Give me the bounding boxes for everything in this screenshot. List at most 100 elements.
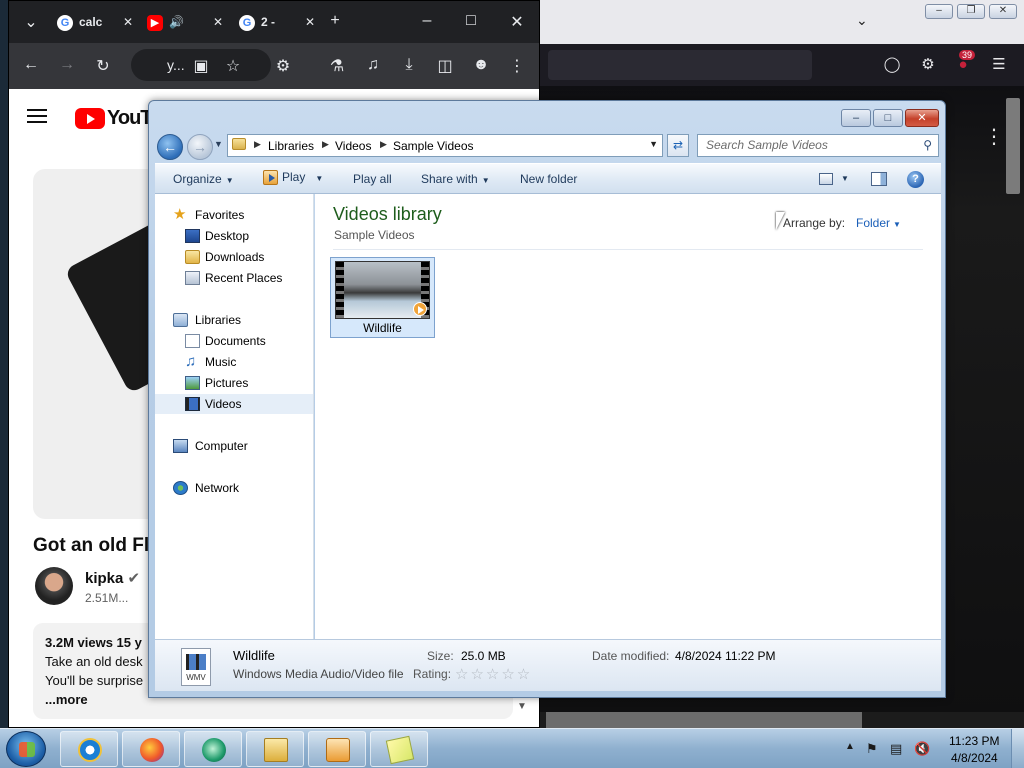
- play-all-button[interactable]: Play all: [353, 172, 392, 186]
- new-folder-button[interactable]: New folder: [520, 172, 577, 186]
- play-button[interactable]: Play ▼: [263, 170, 323, 186]
- dropdown-arrow-icon[interactable]: ▼: [841, 174, 849, 183]
- action-center-flag-icon[interactable]: ⚑: [866, 741, 878, 757]
- menu-icon[interactable]: ☰: [989, 55, 1009, 75]
- taskbar-sticky-notes[interactable]: [370, 731, 428, 767]
- minimize-icon[interactable]: –: [417, 12, 437, 30]
- nav-network[interactable]: Network: [155, 478, 313, 498]
- scroll-down-icon[interactable]: ▼: [517, 701, 527, 712]
- restore-button[interactable]: ❐: [957, 4, 985, 19]
- extensions-icon[interactable]: ⚙: [918, 55, 938, 75]
- install-icon[interactable]: ▣: [191, 56, 211, 76]
- share-with-button[interactable]: Share with ▼: [421, 172, 490, 186]
- search-input[interactable]: Search Sample Videos ⚲: [697, 134, 939, 157]
- back-button[interactable]: ←: [157, 134, 183, 160]
- taskbar-app[interactable]: [184, 731, 242, 767]
- clock-date[interactable]: 4/8/2024: [951, 751, 998, 765]
- download-icon[interactable]: ⤓: [399, 56, 419, 74]
- breadcrumb-chevron-icon[interactable]: ▶: [322, 139, 329, 150]
- close-button[interactable]: ✕: [905, 109, 939, 127]
- forward-icon[interactable]: →: [57, 56, 77, 74]
- maximize-icon[interactable]: □: [461, 12, 481, 30]
- new-tab-icon[interactable]: +: [325, 12, 345, 30]
- taskbar-media-player[interactable]: [308, 731, 366, 767]
- forward-button[interactable]: →: [187, 134, 213, 160]
- libraries-icon: [173, 313, 188, 327]
- channel-avatar[interactable]: [35, 567, 73, 605]
- chevron-down-icon[interactable]: ⌄: [856, 12, 868, 29]
- subscriber-count: 2.51M...: [85, 591, 129, 605]
- channel-name[interactable]: kipka ✔: [85, 569, 140, 587]
- close-icon[interactable]: ✕: [507, 12, 527, 32]
- hamburger-menu-icon[interactable]: [27, 109, 47, 123]
- refresh-button[interactable]: ⇄: [667, 134, 689, 157]
- side-panel-icon[interactable]: ◫: [435, 56, 455, 76]
- close-tab-icon[interactable]: ✕: [213, 7, 223, 37]
- address-bar[interactable]: ▶ Libraries ▶ Videos ▶ Sample Videos ▼: [227, 134, 663, 157]
- nav-libraries[interactable]: Libraries: [155, 310, 313, 330]
- breadcrumb-libraries[interactable]: Libraries: [268, 139, 314, 153]
- organize-button[interactable]: Organize ▼: [173, 172, 234, 186]
- breadcrumb-videos[interactable]: Videos: [335, 139, 371, 153]
- labs-icon[interactable]: ⚗: [327, 56, 347, 76]
- breadcrumb-chevron-icon[interactable]: ▶: [254, 139, 261, 150]
- verified-icon: ✔: [127, 570, 141, 587]
- scrollbar-thumb[interactable]: [546, 712, 862, 728]
- tab-search-icon[interactable]: ⌄: [21, 12, 41, 32]
- volume-muted-icon[interactable]: 🔇: [914, 741, 930, 757]
- nav-recent-places[interactable]: Recent Places: [155, 268, 313, 288]
- nav-music[interactable]: ♫ Music: [155, 352, 313, 372]
- arrange-by-dropdown[interactable]: Folder ▼: [856, 216, 901, 230]
- recent-pages-icon[interactable]: ▼: [214, 139, 223, 149]
- minimize-button[interactable]: –: [841, 109, 871, 127]
- media-icon[interactable]: ♫: [363, 56, 383, 74]
- nav-favorites[interactable]: ★ Favorites: [155, 205, 313, 225]
- nav-desktop[interactable]: Desktop: [155, 226, 313, 246]
- nav-documents[interactable]: Documents: [155, 331, 313, 351]
- reload-icon[interactable]: ↻: [93, 56, 113, 76]
- extensions-icon[interactable]: ⚙: [273, 56, 293, 76]
- start-button[interactable]: [6, 731, 46, 767]
- nav-pictures[interactable]: Pictures: [155, 373, 313, 393]
- navigation-pane: ★ Favorites Desktop Downloads Recent Plac…: [155, 194, 314, 639]
- nav-videos[interactable]: Videos: [155, 394, 313, 414]
- size-value: 25.0 MB: [461, 649, 506, 663]
- tab-google-2[interactable]: G2 - ✕: [239, 7, 315, 37]
- taskbar-explorer[interactable]: [246, 731, 304, 767]
- nav-downloads[interactable]: Downloads: [155, 247, 313, 267]
- close-tab-icon[interactable]: ✕: [305, 7, 315, 37]
- search-icon[interactable]: ⚲: [923, 135, 932, 156]
- network-tray-icon[interactable]: ▤: [890, 741, 902, 757]
- breadcrumb-sample-videos[interactable]: Sample Videos: [393, 139, 474, 153]
- maximize-button[interactable]: □: [873, 109, 903, 127]
- tab-youtube[interactable]: ▶ 🔊 ✕: [147, 7, 223, 37]
- close-tab-icon[interactable]: ✕: [123, 7, 133, 37]
- change-view-icon[interactable]: [819, 173, 833, 185]
- taskbar-internet-explorer[interactable]: [60, 731, 118, 767]
- show-hidden-icons[interactable]: ▲: [845, 741, 855, 752]
- close-button[interactable]: ✕: [989, 4, 1017, 19]
- film-icon: [186, 654, 206, 670]
- bookmark-star-icon[interactable]: ☆: [223, 56, 243, 76]
- rating-stars[interactable]: ☆☆☆☆☆: [455, 665, 532, 683]
- breadcrumb-chevron-icon[interactable]: ▶: [380, 139, 387, 150]
- background-urlbar[interactable]: [548, 50, 812, 80]
- tab-calc[interactable]: Gcalc ✕: [57, 7, 133, 37]
- show-desktop-button[interactable]: [1011, 729, 1024, 768]
- taskbar-firefox[interactable]: [122, 731, 180, 767]
- help-icon[interactable]: ?: [907, 171, 924, 188]
- clock-time[interactable]: 11:23 PM: [949, 734, 999, 748]
- menu-icon[interactable]: ⋮: [507, 56, 527, 76]
- file-list-pane[interactable]: Videos library Sample Videos Arrange by:…: [315, 194, 941, 639]
- horizontal-scrollbar[interactable]: [540, 712, 1024, 728]
- minimize-button[interactable]: –: [925, 4, 953, 19]
- back-icon[interactable]: ←: [21, 56, 41, 74]
- file-item-wildlife[interactable]: Wildlife: [330, 257, 435, 338]
- pocket-icon[interactable]: ◯: [882, 55, 902, 75]
- firefox-icon: [140, 738, 164, 762]
- address-dropdown-icon[interactable]: ▼: [649, 139, 658, 149]
- profile-icon[interactable]: ☻: [471, 56, 491, 74]
- preview-pane-icon[interactable]: [871, 172, 887, 186]
- nav-computer[interactable]: Computer: [155, 436, 313, 456]
- scrollbar-thumb[interactable]: [1006, 98, 1020, 194]
